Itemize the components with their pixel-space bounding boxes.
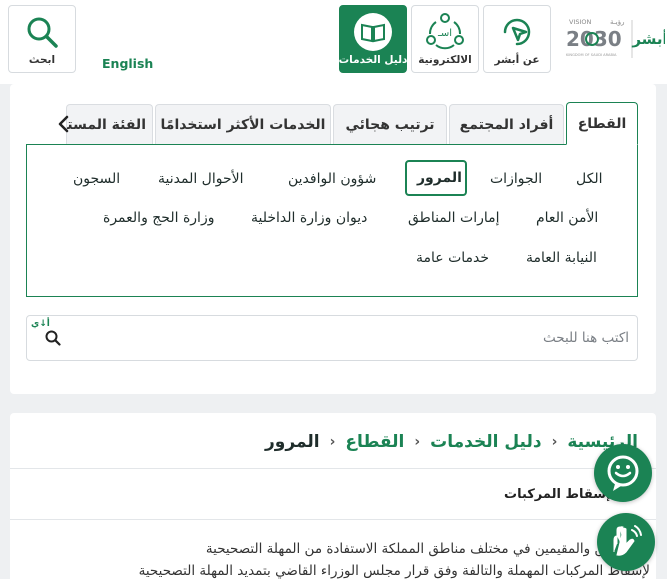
sector-chip-general-services[interactable]: خدمات عامة <box>416 250 489 266</box>
keyboard-sort-hint[interactable]: أ↓ي <box>31 318 50 330</box>
sector-chip-expatriates[interactable]: شؤون الوافدين <box>288 171 376 187</box>
sector-chip-passports[interactable]: الجوازات <box>490 171 542 187</box>
search-button[interactable]: ابحث <box>8 5 76 73</box>
about-absher-button[interactable]: عن أبشر <box>483 5 551 73</box>
breadcrumb-current: المرور <box>265 432 320 452</box>
service-description-line: المواطنين والمقيمين في مختلف مناطق الممل… <box>205 541 650 557</box>
sector-chip-public-security[interactable]: الأمن العام <box>536 210 598 226</box>
sector-chip-hajj-umrah[interactable]: وزارة الحج والعمرة <box>103 210 214 226</box>
tab-sector[interactable]: القطاع <box>566 102 638 145</box>
cursor-icon <box>503 18 531 46</box>
vision-2030-absher-logo[interactable]: VISION رؤيـة 2030 KINGDOM OF SAUDI ARABI… <box>560 14 667 64</box>
service-details-card: الرئيسية › دليل الخدمات › القطاع › المرو… <box>10 413 656 579</box>
breadcrumb-separator: › <box>329 434 336 450</box>
sector-chip-civil-affairs[interactable]: الأحوال المدنية <box>158 171 244 187</box>
vision-logo-graphic: VISION رؤيـة 2030 KINGDOM OF SAUDI ARABI… <box>566 18 667 58</box>
eservices-button[interactable]: اسـ الالكترونية <box>411 5 479 73</box>
logo-absher-text: أبشر <box>631 29 665 48</box>
services-search-input[interactable] <box>89 324 629 352</box>
chat-bot-button[interactable] <box>594 444 652 502</box>
logo-year-text: 2030 <box>566 27 622 51</box>
tab-most-used[interactable]: الخدمات الأكثر استخدامًا <box>155 104 331 144</box>
sign-language-icon <box>613 525 642 556</box>
tab-target-group[interactable]: الفئة المستهدفة <box>66 104 153 144</box>
services-search-box: أ↓ي <box>26 315 638 361</box>
language-switch-link[interactable]: English <box>102 56 153 71</box>
sign-language-button[interactable] <box>597 513 655 571</box>
tab-sector-label: القطاع <box>577 115 627 132</box>
search-icon[interactable] <box>45 330 61 346</box>
service-description-line: لإسقاط المركبات المهملة والتالفة وفق قرا… <box>138 563 650 579</box>
tab-community[interactable]: أفراد المجتمع <box>449 104 564 144</box>
network-icon: اسـ <box>426 13 464 50</box>
sector-list-panel: الكل الجوازات المرور شؤون الوافدين الأحو… <box>26 144 638 297</box>
book-icon <box>354 13 392 51</box>
chat-bot-icon <box>607 455 639 491</box>
logo-kingdom-text: KINGDOM OF SAUDI ARABIA <box>566 53 617 57</box>
breadcrumb-sector[interactable]: القطاع <box>345 432 404 452</box>
eservices-icon-text: اسـ <box>437 28 452 39</box>
tab-alphabetical[interactable]: ترتيب هجائي <box>333 104 447 144</box>
service-item-row[interactable]: إسقاط المركبات <box>10 468 656 520</box>
chevron-left-icon <box>58 115 69 133</box>
about-absher-label: عن أبشر <box>494 54 540 66</box>
service-description: المواطنين والمقيمين في مختلف مناطق الممل… <box>60 538 650 579</box>
tab-alphabetical-label: ترتيب هجائي <box>345 116 435 133</box>
site-header: ابحث English دليل الخدمات اسـ الالكتروني… <box>0 0 667 84</box>
breadcrumb: الرئيسية › دليل الخدمات › القطاع › المرو… <box>265 429 638 455</box>
breadcrumb-services-guide[interactable]: دليل الخدمات <box>430 432 541 452</box>
sector-chip-prisons[interactable]: السجون <box>73 171 120 187</box>
sector-chip-public-prosecution[interactable]: النيابة العامة <box>526 250 597 266</box>
tab-most-used-label: الخدمات الأكثر استخدامًا <box>160 116 326 133</box>
sector-chip-traffic[interactable]: المرور <box>405 160 467 196</box>
sector-chip-all[interactable]: الكل <box>576 171 603 187</box>
tab-target-group-label: الفئة المستهدفة <box>67 116 146 133</box>
tabs-scroll-left-button[interactable] <box>54 114 74 134</box>
sector-chip-regional-emirates[interactable]: إمارات المناطق <box>408 210 500 226</box>
search-button-label: ابحث <box>28 54 56 66</box>
services-filter-card: القطاع أفراد المجتمع ترتيب هجائي الخدمات… <box>10 84 656 394</box>
tab-community-label: أفراد المجتمع <box>459 116 554 133</box>
logo-vision-text: VISION <box>569 18 592 26</box>
filter-tabs: القطاع أفراد المجتمع ترتيب هجائي الخدمات… <box>26 102 654 145</box>
search-icon <box>27 17 58 48</box>
eservices-label: الالكترونية <box>418 54 472 66</box>
sector-chip-moi-diwan[interactable]: ديوان وزارة الداخلية <box>251 210 367 226</box>
service-title[interactable]: إسقاط المركبات <box>504 487 610 502</box>
logo-arabic-text: رؤيـة <box>610 18 625 26</box>
services-guide-label: دليل الخدمات <box>338 54 408 66</box>
services-guide-button[interactable]: دليل الخدمات <box>339 5 407 73</box>
breadcrumb-separator: › <box>551 434 558 450</box>
breadcrumb-separator: › <box>414 434 421 450</box>
